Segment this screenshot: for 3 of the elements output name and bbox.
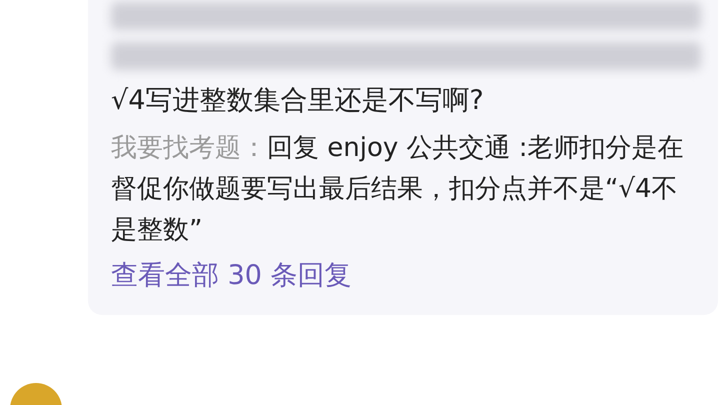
view-all-replies-link[interactable]: 查看全部 30 条回复: [111, 255, 352, 297]
reply-comment: 我要找考题：回复 enjoy 公共交通 :老师扣分是在督促你做题要写出最后结果，扣分点并不是“√4不是整数”: [111, 132, 685, 247]
comment-text: √4写进整数集合里还是不写啊?: [111, 84, 485, 118]
